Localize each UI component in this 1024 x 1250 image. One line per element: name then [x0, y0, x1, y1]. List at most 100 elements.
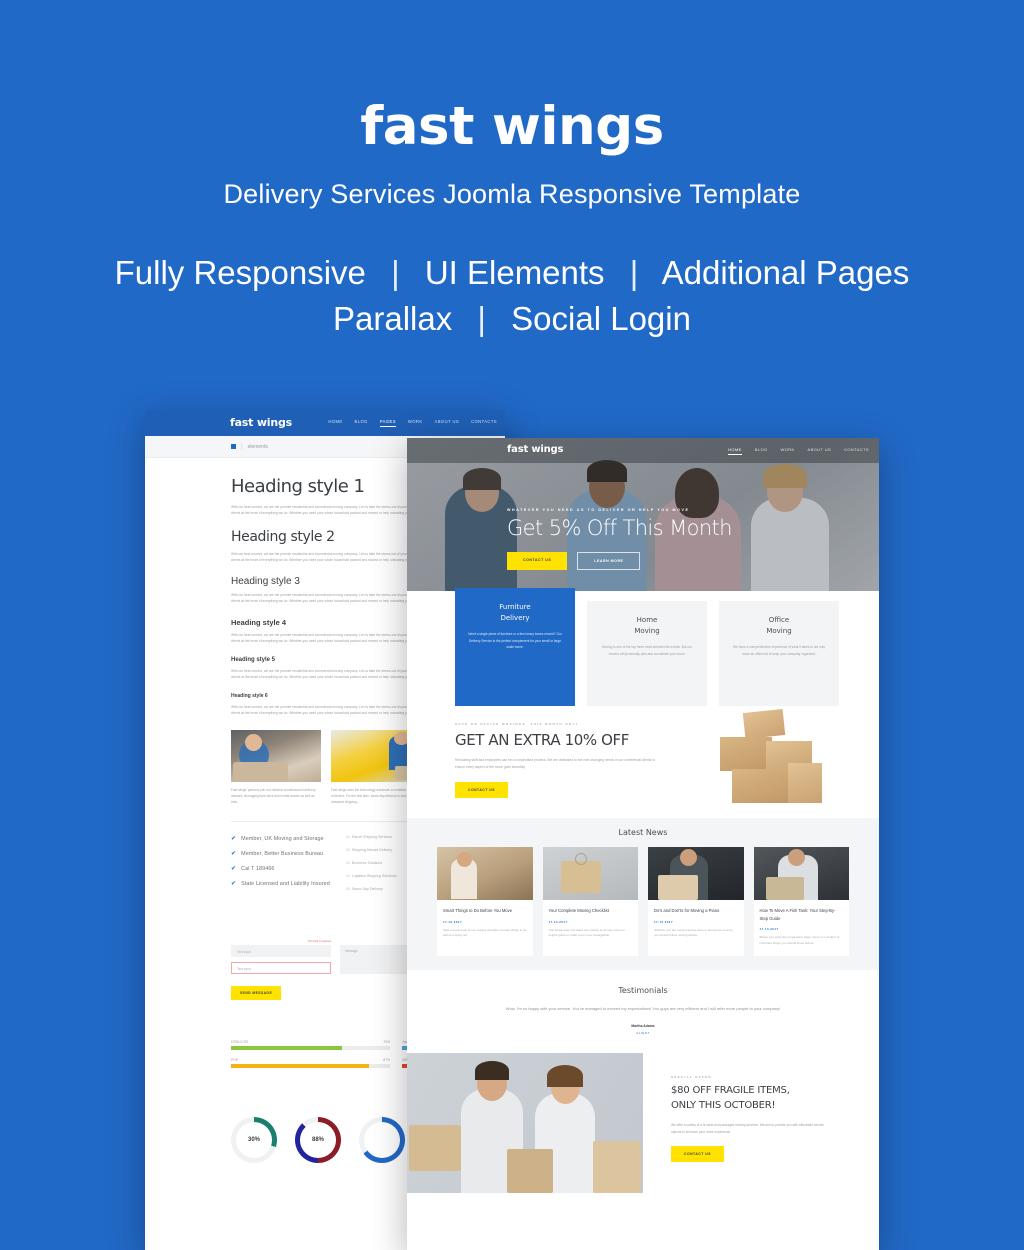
checklist-label: Member, UK Moving and Storage — [241, 835, 324, 842]
front-nav-about[interactable]: ABOUT US — [808, 447, 832, 455]
special-offer-content: SPECIAL OFFER $80 OFF FRAGILE ITEMS, ONL… — [643, 1053, 879, 1194]
news-photo-fish-tank — [753, 847, 849, 900]
breadcrumb-current: elements — [247, 443, 268, 450]
card-text: Need a single piece of furniture or a fe… — [468, 632, 562, 649]
promo-text: Relocating staff and employees can be a … — [455, 758, 656, 769]
radial-chart-30: 30% — [231, 1117, 277, 1164]
news-excerpt: Whether you are moving across town or ac… — [654, 927, 733, 938]
news-excerpt: Just break down the tasks into weekly to… — [548, 927, 625, 938]
news-card[interactable]: How To Move A Fish Tank: Your Step-By-St… — [753, 847, 849, 956]
radial-chart-88: 88% — [295, 1117, 341, 1164]
checklist-label: Cal T 189466 — [241, 865, 275, 872]
bar-label: HTML/CSS — [231, 1040, 249, 1045]
news-headline: How To Move A Fish Tank: Your Step-By-St… — [759, 908, 836, 921]
list-label: Same-Day Delivery — [351, 887, 383, 892]
home-icon[interactable] — [231, 444, 236, 449]
checklist-label: State Licensed and Liability Insured — [241, 880, 330, 887]
progress-track — [231, 1064, 390, 1069]
bar-value: 87% — [383, 1058, 390, 1063]
news-date: 17.10.2017 — [654, 919, 673, 924]
card-title: Furniture Delivery — [499, 603, 531, 623]
front-nav[interactable]: HOME BLOG WORK ABOUT US CONTACTS — [728, 447, 869, 455]
radial-chart-65 — [359, 1117, 405, 1164]
news-card[interactable]: Your Complete Moving Checklist 17.10.201… — [542, 847, 638, 956]
special-offer-photo — [407, 1053, 643, 1194]
news-grid: Smart Things to Do Before You Move 17.10… — [407, 847, 879, 956]
checklist-label: Member, Better Business Bureau — [241, 850, 324, 857]
hero-contact-us-button[interactable]: CONTACT US — [507, 552, 568, 570]
news-photo-box — [542, 847, 638, 900]
back-nav-pages[interactable]: PAGES — [379, 419, 396, 427]
radial-value: 30% — [247, 1137, 260, 1144]
bar-label: PHP — [231, 1058, 238, 1063]
card-title: Home Moving — [634, 616, 660, 636]
hero-kicker: WHATEVER YOU NEED US TO DELIVER OR HELP … — [507, 508, 690, 512]
news-headline: Do's and Don'ts for Moving a Piano — [654, 908, 720, 913]
testimonial-role: CLIENT — [636, 1031, 650, 1036]
text-input-1[interactable]: Text input — [231, 945, 331, 958]
front-logo: fast wings — [507, 444, 564, 455]
service-card-office-moving[interactable]: Office Moving We have a comprehensive ex… — [719, 601, 839, 706]
news-excerpt: Before you enter the preparation stage, … — [759, 935, 840, 945]
front-nav-blog[interactable]: BLOG — [755, 447, 768, 455]
list-item: 01. Parcel Shipping Services — [346, 835, 397, 839]
news-date: 17.10.2017 — [548, 919, 568, 924]
news-excerpt: Take a closer look at our moving checkli… — [443, 927, 527, 938]
news-photo-courier-piano — [648, 847, 744, 900]
hero-buttons: CONTACT US LEARN MORE — [507, 552, 732, 570]
back-nav-blog[interactable]: BLOG — [355, 419, 368, 427]
news-date: 17.10.2017 — [443, 919, 462, 924]
check-icon: ✔ — [231, 836, 237, 843]
list-label: Logistics Shipping Solutions — [351, 874, 397, 879]
back-nav-work[interactable]: WORK — [408, 419, 423, 427]
list-number: 05. — [345, 887, 351, 892]
news-card[interactable]: Do's and Don'ts for Moving a Piano 17.10… — [648, 847, 744, 956]
service-card-furniture-delivery[interactable]: Furniture Delivery Need a single piece o… — [455, 588, 575, 706]
front-nav-contacts[interactable]: CONTACTS — [844, 447, 869, 455]
news-date: 17.10.2017 — [759, 927, 779, 932]
special-contact-button[interactable]: CONTACT US — [671, 1146, 724, 1163]
list-item: ✔ Cal T 189466 — [231, 865, 330, 873]
numbered-list: 01. Parcel Shipping Services 02. Shippin… — [346, 835, 397, 900]
back-nav-home[interactable]: HOME — [328, 419, 342, 427]
radial-value: 88% — [311, 1137, 324, 1144]
list-item: ✔ Member, Better Business Bureau — [231, 850, 330, 858]
special-title: $80 OFF FRAGILE ITEMS, ONLY THIS OCTOBER… — [671, 1085, 790, 1111]
list-item: ✔ State Licensed and Liability Insured — [231, 880, 330, 888]
back-nav[interactable]: HOME BLOG PAGES WORK ABOUT US CONTACTS — [328, 419, 497, 427]
checklist: ✔ Member, UK Moving and Storage ✔ Member, … — [231, 835, 330, 900]
testimonial-quote: Wow, I'm so happy with your service. You… — [505, 1005, 781, 1011]
service-cards: Furniture Delivery Need a single piece o… — [407, 588, 879, 706]
hero-section: fast wings HOME BLOG WORK ABOUT US CONTA… — [407, 438, 879, 591]
hero-content: WHATEVER YOU NEED US TO DELIVER OR HELP … — [507, 508, 733, 570]
back-nav-about[interactable]: ABOUT US — [435, 419, 460, 427]
progress-fill — [231, 1064, 370, 1069]
text-input-2[interactable]: Text input — [231, 962, 331, 975]
front-browser-mockup: fast wings HOME BLOG WORK ABOUT US CONTA… — [407, 438, 879, 1250]
front-nav-work[interactable]: WORK — [780, 447, 794, 455]
list-number: 01. — [345, 835, 351, 840]
list-label: Business Solutions — [351, 861, 383, 866]
news-title: Latest News — [618, 828, 668, 837]
back-site-header: fast wings HOME BLOG PAGES WORK ABOUT US… — [145, 410, 505, 436]
send-message-button[interactable]: SEND MESSAGE — [231, 986, 282, 1001]
testimonial-author: Martha Adams — [631, 1024, 655, 1029]
progress-track — [231, 1046, 390, 1051]
back-logo: fast wings — [230, 416, 293, 429]
back-nav-contacts[interactable]: CONTACTS — [471, 419, 497, 427]
list-label: Shipping Abroad Delivery — [351, 848, 393, 853]
check-icon: ✔ — [231, 881, 237, 888]
news-card[interactable]: Smart Things to Do Before You Move 17.10… — [437, 847, 533, 956]
special-text: We offer a variety of a la carte and pac… — [671, 1123, 825, 1134]
front-nav-home[interactable]: HOME — [728, 447, 742, 455]
progress-fill — [231, 1046, 343, 1051]
special-offer-section: SPECIAL OFFER $80 OFF FRAGILE ITEMS, ONL… — [407, 1053, 879, 1194]
card-text: Moving is one of the top three most stre… — [602, 645, 692, 656]
breadcrumb-separator: | — [241, 443, 243, 450]
bar-value: 70% — [383, 1040, 390, 1045]
hero-learn-more-button[interactable]: LEARN MORE — [577, 552, 641, 570]
service-card-home-moving[interactable]: Home Moving Moving is one of the top thr… — [587, 601, 707, 706]
list-item: 04. Logistics Shipping Solutions — [346, 874, 397, 878]
promo-section: SAVE ON OFFICE MOVINGS, THIS MONTH ONLY … — [407, 706, 879, 818]
promo-contact-button[interactable]: CONTACT US — [455, 782, 508, 799]
